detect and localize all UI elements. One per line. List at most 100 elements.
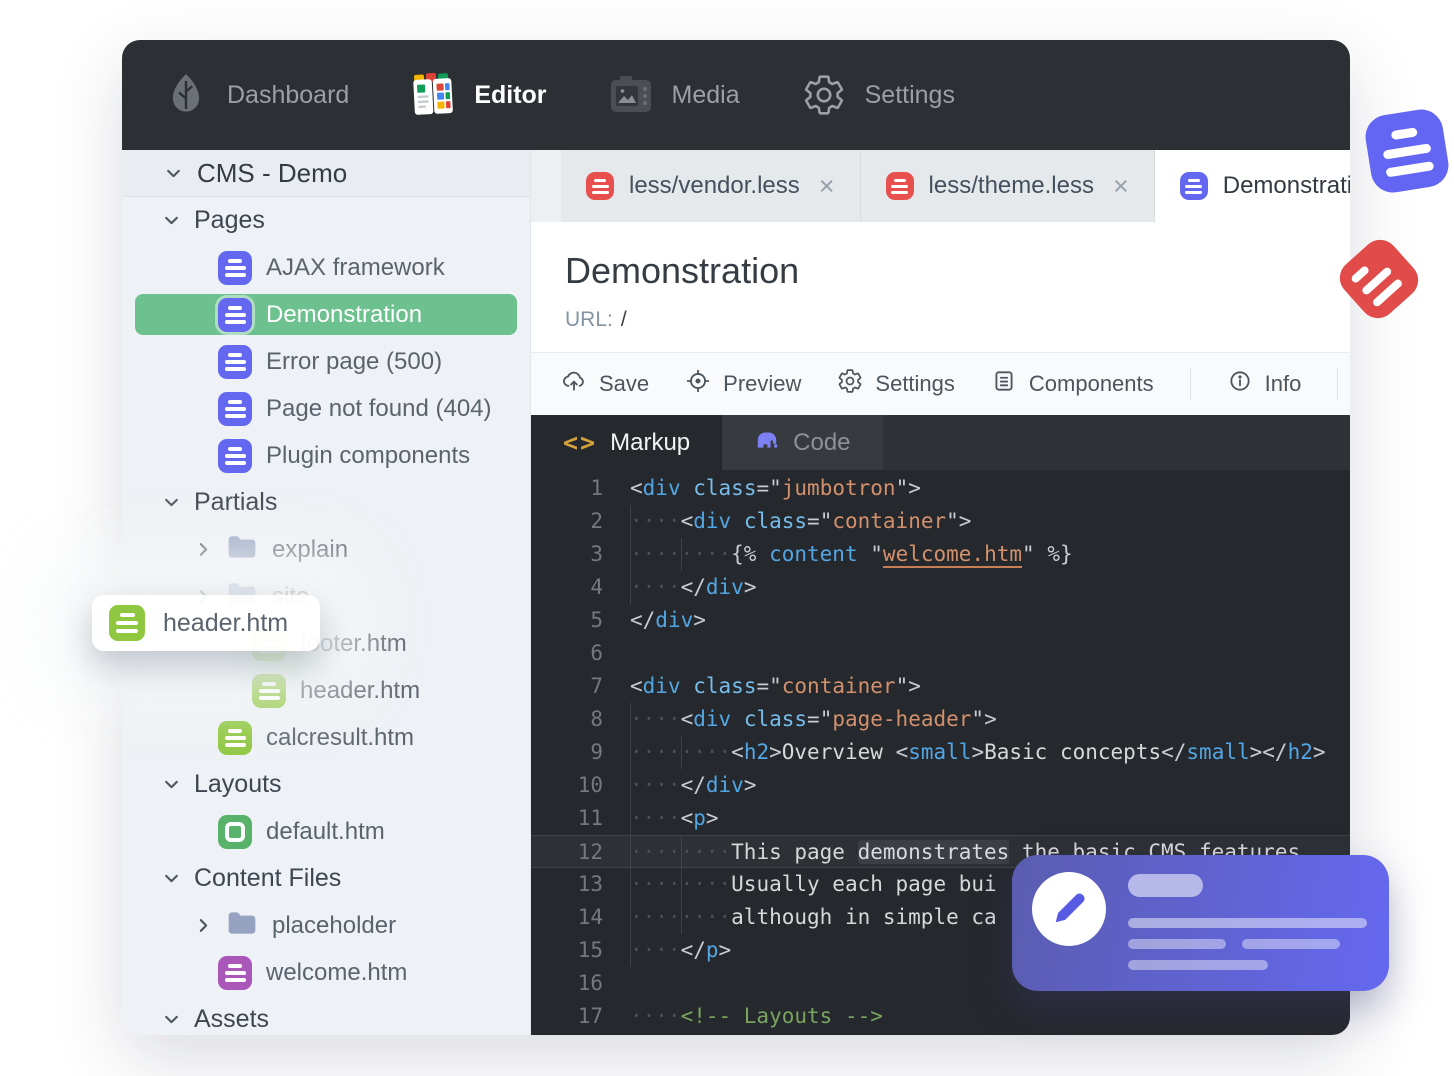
file-tab-label: less/vendor.less bbox=[629, 172, 800, 199]
file-red-icon bbox=[586, 172, 614, 200]
code-line-17: 17 ····<!-- Layouts --> bbox=[531, 1000, 1350, 1033]
tree-item-header-htm[interactable]: header.htm bbox=[122, 667, 530, 714]
tree-item-calcresult-htm[interactable]: calcresult.htm bbox=[122, 714, 530, 761]
folder-icon bbox=[226, 909, 258, 942]
line-number: 8 bbox=[590, 707, 603, 731]
line-number: 11 bbox=[577, 806, 603, 830]
skeleton-line bbox=[1242, 939, 1340, 949]
line-number: 12 bbox=[577, 840, 603, 864]
close-icon[interactable]: × bbox=[1113, 172, 1129, 200]
save-button[interactable]: Save bbox=[561, 368, 649, 400]
tree-item-welcome-htm[interactable]: welcome.htm bbox=[122, 949, 530, 996]
tree-item-label: Error page (500) bbox=[266, 347, 443, 375]
chevron-down bbox=[162, 870, 180, 888]
line-number: 18 bbox=[531, 1033, 630, 1035]
toolbar-separator bbox=[1189, 367, 1191, 401]
editor-tab-code[interactable]: Code bbox=[722, 415, 883, 470]
button-label: Settings bbox=[875, 371, 955, 396]
nav-item-settings[interactable]: Settings bbox=[800, 71, 955, 119]
info-button[interactable]: Info bbox=[1227, 368, 1301, 400]
tabstrip-spacer bbox=[531, 150, 561, 222]
file-tab-less-theme-less[interactable]: less/theme.less × bbox=[860, 150, 1155, 222]
line-number: 15 bbox=[577, 938, 603, 962]
line-number: 4 bbox=[590, 575, 603, 599]
editor-tab-markup[interactable]: <> Markup bbox=[531, 415, 723, 470]
code-line-2: 2 ····<div class="container"> bbox=[531, 505, 1350, 538]
tree-item-error-page-500[interactable]: Error page (500) bbox=[122, 338, 530, 385]
page-indigo-icon bbox=[218, 344, 252, 379]
skeleton-line bbox=[1128, 918, 1367, 928]
nav-label: Settings bbox=[864, 80, 955, 109]
tree-item-label: AJAX framework bbox=[266, 253, 445, 281]
preview-button[interactable]: Preview bbox=[685, 368, 801, 400]
tree-item-default-htm[interactable]: default.htm bbox=[122, 808, 530, 855]
chevron-right bbox=[194, 917, 212, 935]
sidebar-theme-header[interactable]: CMS - Demo bbox=[122, 150, 530, 197]
icon-bar bbox=[1382, 142, 1432, 160]
page-indigo-icon bbox=[1179, 172, 1208, 200]
editor-icon bbox=[409, 71, 457, 119]
nav-label: Editor bbox=[474, 80, 547, 109]
code-line-8: 8 ····<div class="page-header"> bbox=[531, 703, 1350, 736]
tree-item-label: placeholder bbox=[272, 911, 397, 939]
file-tab-label: Demonstration bbox=[1222, 172, 1350, 199]
file-tabstrip: less/vendor.less × less/theme.less × Demonst… bbox=[531, 150, 1350, 222]
tree-item-layouts[interactable]: Layouts bbox=[122, 761, 530, 808]
nav-item-media[interactable]: Media bbox=[607, 71, 740, 119]
file-tab-demonstration[interactable]: Demonstration× bbox=[1154, 150, 1350, 222]
php-elephant-icon bbox=[754, 427, 780, 458]
page-indigo-icon bbox=[218, 438, 252, 473]
decorative-page-icon bbox=[1362, 106, 1452, 196]
tree-item-label: Layouts bbox=[194, 770, 282, 798]
tree-item-partials[interactable]: Partials bbox=[122, 479, 530, 526]
line-number: 9 bbox=[590, 740, 603, 764]
tree-item-ajax-framework[interactable]: AJAX framework bbox=[122, 244, 530, 291]
line-number: 7 bbox=[590, 674, 603, 698]
tree-item-assets[interactable]: Assets bbox=[122, 996, 530, 1035]
code-line-18: 18····<h2>Layouts</h2> bbox=[531, 1033, 1350, 1035]
close-icon[interactable]: × bbox=[819, 172, 835, 200]
url-label: URL: bbox=[565, 308, 613, 331]
tree-item-label: Partials bbox=[194, 488, 278, 516]
code-line-1: 1 <div class="jumbotron"> bbox=[531, 472, 1350, 505]
line-number: 14 bbox=[577, 905, 603, 929]
tree-item-label: Content Files bbox=[194, 864, 342, 892]
layout-green-icon bbox=[218, 814, 252, 849]
skeleton-line bbox=[1128, 960, 1268, 970]
file-tab-less-vendor-less[interactable]: less/vendor.less × bbox=[561, 150, 861, 222]
nav-label: Dashboard bbox=[227, 80, 350, 109]
tree-item-pages[interactable]: Pages bbox=[122, 197, 530, 244]
tree-item-page-not-found-404[interactable]: Page not found (404) bbox=[122, 385, 530, 432]
nav-item-editor[interactable]: Editor bbox=[409, 71, 547, 119]
code-line-4: 4 ····</div> bbox=[531, 571, 1350, 604]
tree-item-label: Demonstration bbox=[266, 300, 423, 328]
tree-item-label: header.htm bbox=[300, 676, 421, 704]
code-line-11: 11 ····<p> bbox=[531, 802, 1350, 835]
icon-bar bbox=[1350, 264, 1371, 285]
components-button[interactable]: Components bbox=[991, 368, 1154, 400]
button-label: Save bbox=[599, 371, 650, 396]
tree-item-label: welcome.htm bbox=[266, 958, 408, 986]
settings-gear-icon bbox=[837, 368, 863, 400]
settings-button[interactable]: Settings bbox=[837, 368, 955, 400]
file-red-icon bbox=[885, 172, 914, 200]
chevron-right bbox=[194, 541, 212, 559]
page-url: URL: / bbox=[565, 308, 1350, 332]
document-header: Demonstration URL: / bbox=[531, 222, 1350, 352]
tree-item-demonstration[interactable]: Demonstration bbox=[122, 291, 530, 338]
tree-item-content-files[interactable]: Content Files bbox=[122, 855, 530, 902]
tree-item-explain[interactable]: explain bbox=[122, 526, 530, 573]
page-title: Demonstration bbox=[565, 250, 800, 291]
decorative-edit-card bbox=[1012, 855, 1389, 991]
tree-item-label: explain bbox=[272, 535, 349, 563]
partial-green-icon bbox=[252, 673, 286, 708]
dragged-file-card[interactable]: header.htm bbox=[92, 595, 320, 651]
icon-bar bbox=[1385, 160, 1435, 177]
chevron-down bbox=[162, 776, 180, 794]
nav-item-dashboard[interactable]: Dashboard bbox=[162, 71, 349, 119]
markup-icon: <> bbox=[563, 428, 598, 457]
code-line-6: 6 bbox=[531, 637, 1350, 670]
page-indigo-icon bbox=[218, 391, 252, 426]
tree-item-plugin-components[interactable]: Plugin components bbox=[122, 432, 530, 479]
tree-item-placeholder[interactable]: placeholder bbox=[122, 902, 530, 949]
